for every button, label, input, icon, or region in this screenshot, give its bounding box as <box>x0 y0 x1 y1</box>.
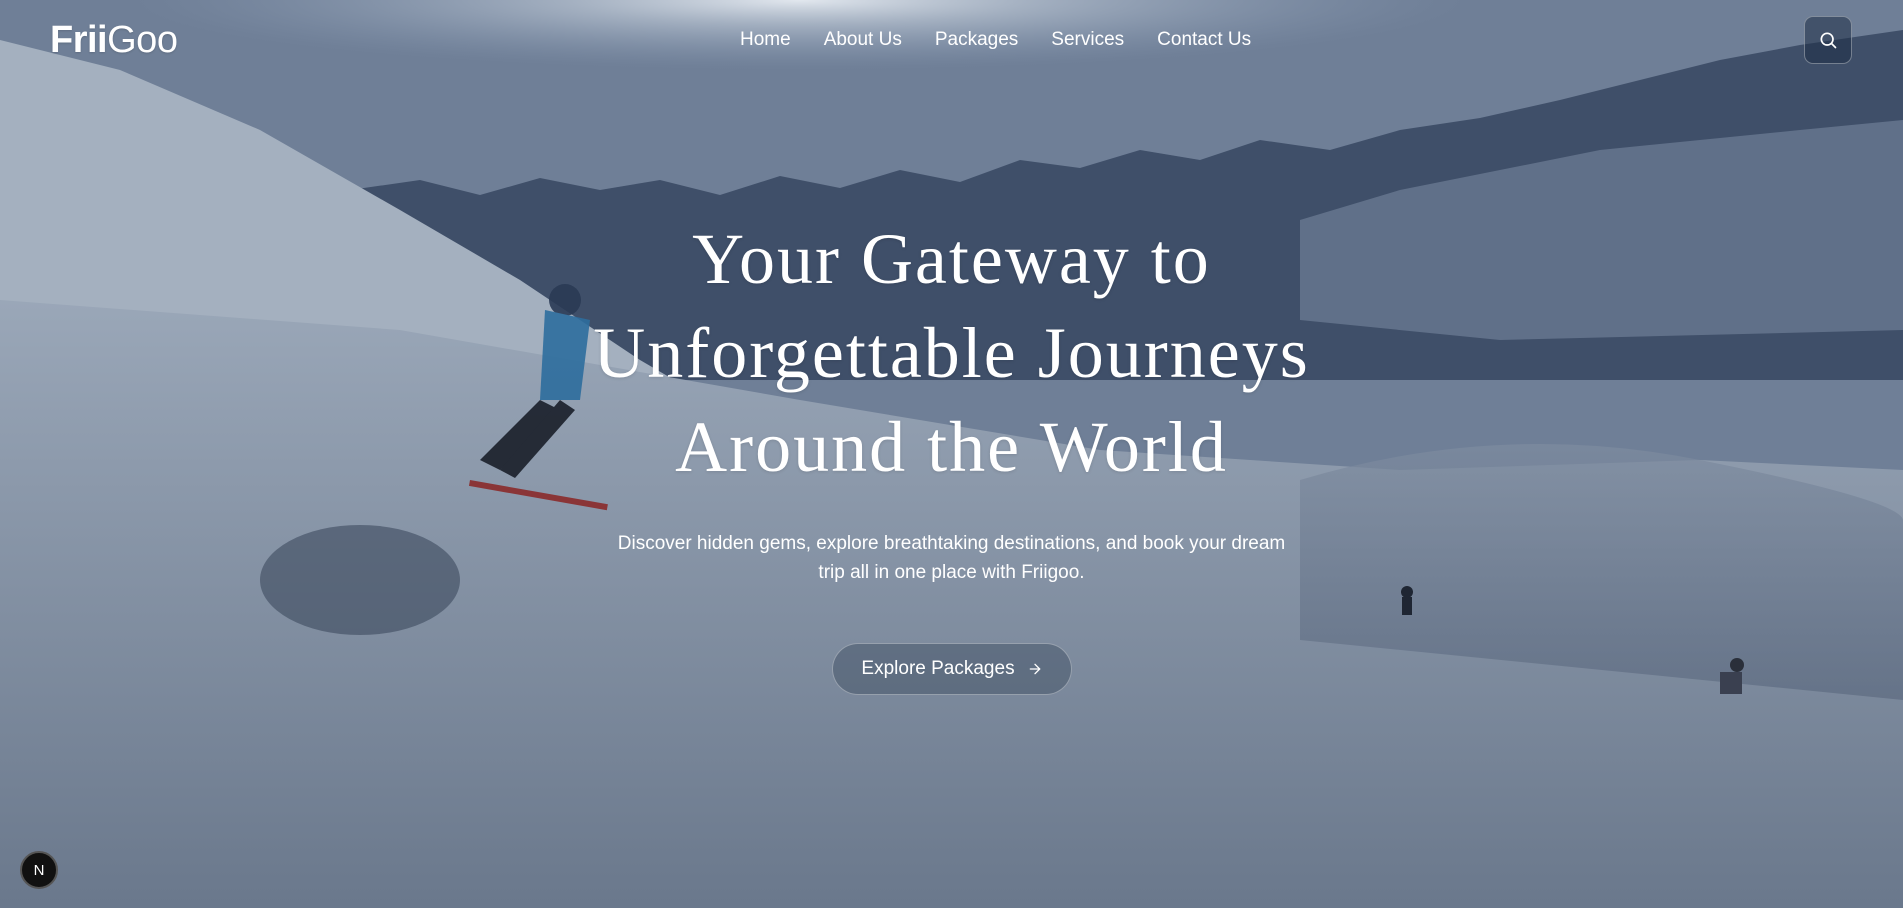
explore-packages-button[interactable]: Explore Packages <box>832 643 1072 695</box>
hero-title-line-3: Around the World <box>675 407 1228 487</box>
main-nav: Home About Us Packages Services Contact … <box>740 28 1251 52</box>
nav-item-about-us[interactable]: About Us <box>824 28 902 52</box>
hero-subtitle-line-2: trip all in one place with Friigoo. <box>818 562 1085 583</box>
search-icon <box>1820 32 1837 49</box>
hero-title-line-1: Your Gateway to <box>692 219 1211 299</box>
svg-text:N: N <box>34 862 45 879</box>
hero-section: FriiGoo Home About Us Packages Services … <box>0 0 1903 908</box>
top-navbar: FriiGoo Home About Us Packages Services … <box>0 0 1903 80</box>
hero-subtitle-line-1: Discover hidden gems, explore breathtaki… <box>617 533 1286 554</box>
logo-text-light: Goo <box>107 19 178 61</box>
search-button[interactable] <box>1804 16 1852 64</box>
nextjs-icon: N <box>34 862 45 879</box>
arrow-right-icon <box>1029 663 1040 675</box>
nav-item-services[interactable]: Services <box>1051 28 1124 52</box>
hero-title-line-2: Unforgettable Journeys <box>593 313 1310 393</box>
hero-subtitle: Discover hidden gems, explore breathtaki… <box>0 529 1903 587</box>
nav-item-contact-us[interactable]: Contact Us <box>1157 28 1251 52</box>
brand-logo[interactable]: FriiGoo <box>50 18 178 62</box>
logo-text-bold: Frii <box>50 19 108 61</box>
nav-item-home[interactable]: Home <box>740 28 791 52</box>
nav-item-packages[interactable]: Packages <box>935 28 1018 52</box>
hero-title: Your Gateway to Unforgettable Journeys A… <box>0 212 1903 494</box>
nextjs-dev-badge[interactable]: N <box>20 851 58 889</box>
explore-packages-label: Explore Packages <box>861 658 1015 679</box>
